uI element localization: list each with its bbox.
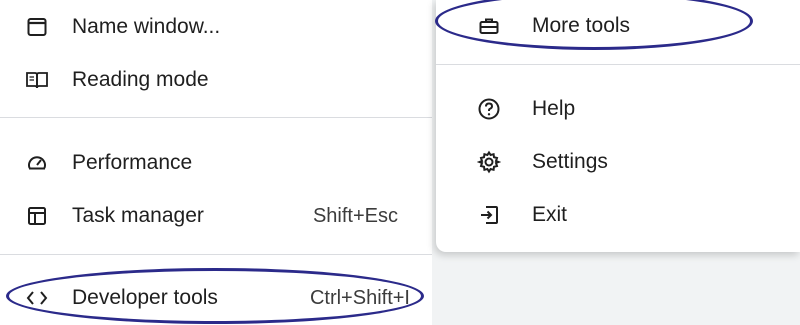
toolbox-icon [476,13,502,39]
main-menu: More tools Help Settings Exit [436,0,800,252]
menu-item-reading-mode[interactable]: Reading mode [0,54,432,106]
menu-item-help[interactable]: Help [436,83,800,135]
menu-item-label: More tools [532,14,631,37]
gauge-icon [24,150,50,176]
menu-divider [0,117,432,118]
menu-item-exit[interactable]: Exit [436,189,800,241]
menu-item-settings[interactable]: Settings [436,136,800,188]
exit-icon [476,202,502,228]
book-icon [24,67,50,93]
menu-item-more-tools[interactable]: More tools [436,0,800,52]
menu-item-label: Settings [532,150,608,173]
menu-item-label: Performance [72,151,193,174]
menu-item-label: Task manager [72,204,204,227]
gear-icon [476,149,502,175]
menu-item-task-manager[interactable]: Task manager Shift+Esc [0,190,432,242]
menu-divider [436,64,800,65]
task-manager-icon [24,203,50,229]
code-icon [24,285,50,311]
keyboard-shortcut: Shift+Esc [312,204,398,227]
menu-item-label: Name window... [72,15,221,38]
menu-item-label: Help [532,97,576,120]
menu-item-label: Exit [532,203,568,226]
menu-item-name-window[interactable]: Name window... [0,1,432,53]
menu-item-label: Reading mode [72,68,209,91]
menu-item-label: Developer tools [72,286,218,309]
menu-divider [0,254,432,255]
help-icon [476,96,502,122]
more-tools-submenu: Name window... Reading mode Performance … [0,0,432,325]
menu-item-performance[interactable]: Performance [0,137,432,189]
menu-item-developer-tools[interactable]: Developer tools Ctrl+Shift+I [0,272,432,324]
keyboard-shortcut: Ctrl+Shift+I [309,286,410,309]
window-icon [24,14,50,40]
